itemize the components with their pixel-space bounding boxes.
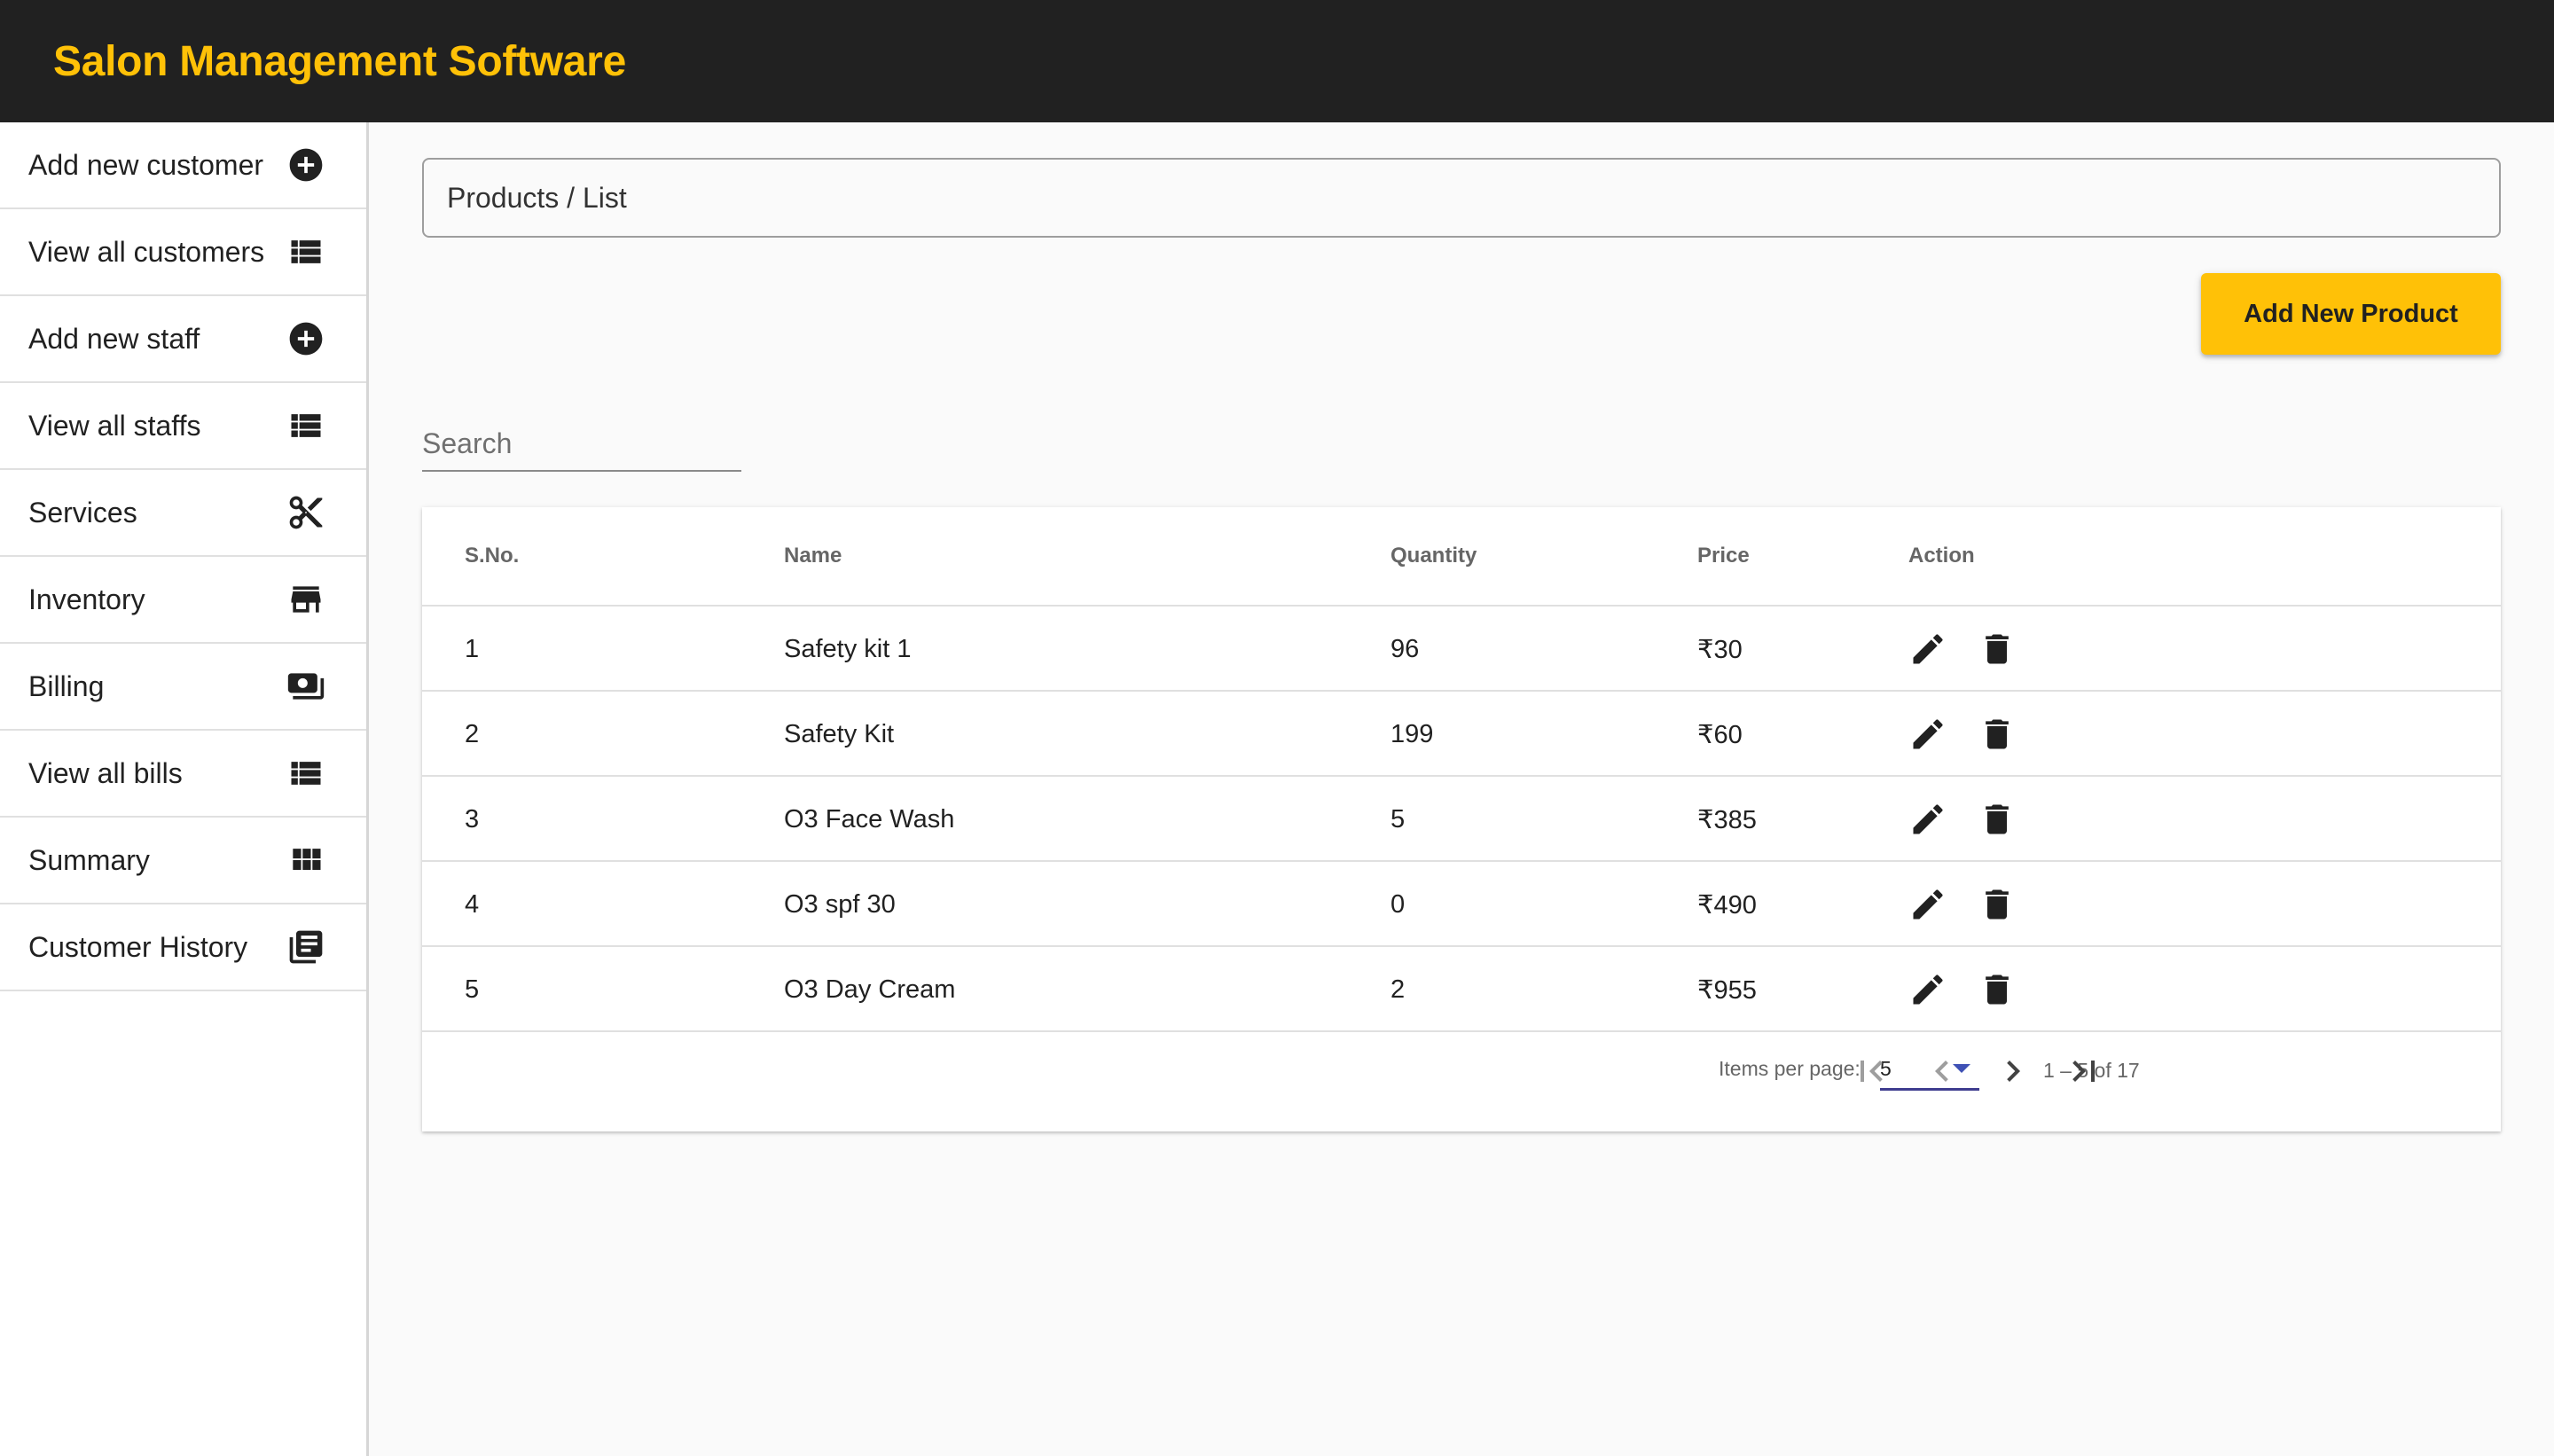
article-icon: [286, 928, 325, 967]
sidebar-item-label: Inventory: [28, 583, 145, 615]
delete-icon[interactable]: [1976, 798, 2018, 841]
sidebar-item-billing[interactable]: Billing: [0, 644, 366, 731]
column-header-sno[interactable]: S.No.: [465, 544, 519, 568]
table-row: 4 O3 spf 30 0 ₹490: [422, 862, 2501, 947]
sidebar-item-label: Billing: [28, 669, 105, 702]
cell-sno: 1: [465, 634, 480, 663]
cell-quantity: 199: [1391, 719, 1434, 748]
cell-quantity: 5: [1391, 804, 1406, 834]
search-field: [422, 417, 741, 472]
store-icon: [286, 580, 325, 619]
edit-icon[interactable]: [1907, 798, 1949, 841]
add-circle-icon: [286, 319, 325, 358]
cell-sno: 5: [465, 975, 480, 1004]
sidebar-item-label: Summary: [28, 843, 150, 876]
sidebar-item-services[interactable]: Services: [0, 470, 366, 557]
cell-quantity: 2: [1391, 975, 1406, 1004]
table-header: S.No. Name Quantity Price Action: [422, 507, 2501, 607]
delete-icon[interactable]: [1976, 713, 2018, 755]
table-row: 2 Safety Kit 199 ₹60: [422, 692, 2501, 777]
cell-price: ₹955: [1697, 975, 1757, 1005]
sidebar-item-label: Services: [28, 496, 137, 528]
list-icon: [286, 406, 325, 445]
items-per-page-label: Items per page:: [1719, 1057, 1861, 1080]
delete-icon[interactable]: [1976, 968, 2018, 1011]
breadcrumb-text: Products / List: [447, 181, 627, 214]
sidebar-item-customer-history[interactable]: Customer History: [0, 904, 366, 991]
last-page-icon[interactable]: [2057, 1045, 2111, 1098]
add-circle-icon: [286, 145, 325, 184]
first-page-icon[interactable]: [1845, 1045, 1898, 1098]
cell-quantity: 0: [1391, 889, 1406, 919]
scissors-icon: [286, 493, 325, 532]
cell-price: ₹385: [1697, 805, 1757, 834]
sidebar-item-label: Add new staff: [28, 322, 200, 355]
sidebar-item-view-all-customers[interactable]: View all customers: [0, 209, 366, 296]
paginator: Items per page: 5 1 – 5 of 17: [422, 1030, 2501, 1131]
cell-quantity: 96: [1391, 634, 1420, 663]
sidebar-item-label: Customer History: [28, 930, 248, 963]
app-title: Salon Management Software: [53, 37, 626, 85]
cell-sno: 3: [465, 804, 480, 834]
table-row: 3 O3 Face Wash 5 ₹385: [422, 777, 2501, 862]
column-header-name[interactable]: Name: [784, 544, 842, 568]
sidebar-item-view-all-bills[interactable]: View all bills: [0, 731, 366, 818]
edit-icon[interactable]: [1907, 713, 1949, 755]
sidebar-item-label: Add new customer: [28, 148, 264, 181]
next-page-icon[interactable]: [1986, 1045, 2040, 1098]
table-row: 5 O3 Day Cream 2 ₹955: [422, 947, 2501, 1032]
cell-price: ₹490: [1697, 890, 1757, 920]
previous-page-icon[interactable]: [1916, 1045, 1969, 1098]
cell-price: ₹60: [1697, 720, 1743, 749]
column-header-price[interactable]: Price: [1697, 544, 1750, 568]
edit-icon[interactable]: [1907, 628, 1949, 670]
delete-icon[interactable]: [1976, 883, 2018, 926]
cell-name: O3 Day Cream: [784, 975, 956, 1004]
cell-name: O3 Face Wash: [784, 804, 955, 834]
table-row: 1 Safety kit 1 96 ₹30: [422, 607, 2501, 692]
cell-sno: 2: [465, 719, 480, 748]
cell-name: O3 spf 30: [784, 889, 896, 919]
delete-icon[interactable]: [1976, 628, 2018, 670]
add-new-product-button[interactable]: Add New Product: [2201, 273, 2501, 355]
edit-icon[interactable]: [1907, 883, 1949, 926]
column-header-action: Action: [1908, 544, 1975, 568]
column-header-quantity[interactable]: Quantity: [1391, 544, 1477, 568]
list-icon: [286, 754, 325, 793]
sidebar: Add new customer View all customers Add …: [0, 122, 369, 1456]
breadcrumb: Products / List: [422, 158, 2501, 238]
cell-price: ₹30: [1697, 635, 1743, 664]
sidebar-item-summary[interactable]: Summary: [0, 818, 366, 904]
search-input[interactable]: [422, 417, 741, 470]
sidebar-item-add-new-staff[interactable]: Add new staff: [0, 296, 366, 383]
sidebar-item-add-new-customer[interactable]: Add new customer: [0, 122, 366, 209]
cell-name: Safety Kit: [784, 719, 895, 748]
edit-icon[interactable]: [1907, 968, 1949, 1011]
sidebar-item-inventory[interactable]: Inventory: [0, 557, 366, 644]
money-icon: [286, 667, 325, 706]
sidebar-item-view-all-staffs[interactable]: View all staffs: [0, 383, 366, 470]
sidebar-item-label: View all staffs: [28, 409, 201, 442]
app-header: Salon Management Software: [0, 0, 2554, 122]
cell-sno: 4: [465, 889, 480, 919]
list-icon: [286, 232, 325, 271]
cell-name: Safety kit 1: [784, 634, 912, 663]
products-table: S.No. Name Quantity Price Action 1 Safet…: [422, 507, 2501, 1131]
sidebar-item-label: View all bills: [28, 756, 183, 789]
sidebar-item-label: View all customers: [28, 235, 265, 268]
grid-icon: [286, 841, 325, 880]
